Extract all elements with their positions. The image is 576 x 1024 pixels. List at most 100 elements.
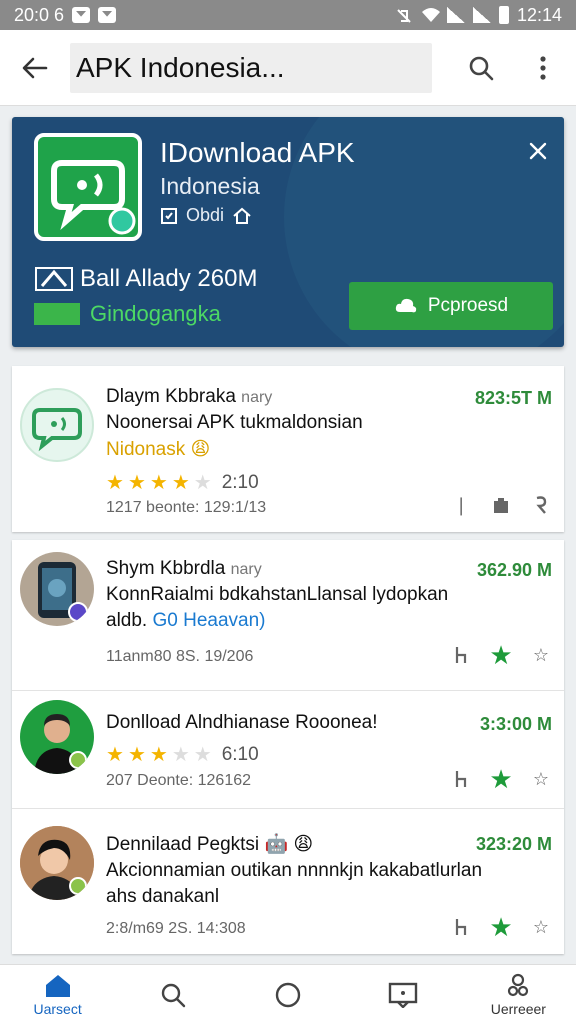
- search-icon: [161, 983, 185, 1007]
- share-button[interactable]: [490, 494, 512, 516]
- info-button[interactable]: [450, 916, 472, 938]
- row-title: Dlaym Kbbraka nary: [106, 386, 272, 408]
- row-description: Akcionnamian outikan nnnnkjn kakabatlurl…: [106, 860, 483, 881]
- list-item[interactable]: Shym Kbbrdla nary 362.90 M KonnRaialmi b…: [12, 540, 564, 690]
- row-description: Noonersai APK tukmaldonsian: [106, 412, 363, 433]
- row-description: KonnRaialmi bdkahstanLlansal lydopkan: [106, 584, 449, 605]
- row-date: 1217 beonte: 129:1/13: [106, 499, 267, 516]
- star-icon: ★: [127, 472, 146, 494]
- featured-title: IDownload APK: [160, 137, 355, 168]
- back-button[interactable]: [0, 30, 70, 106]
- row-title-suffix: nary: [241, 389, 273, 406]
- image-icon: [98, 7, 117, 23]
- rating-stars: ★ ★ ★ ★ ★ 6:10: [106, 742, 259, 767]
- person-avatar-icon: [20, 700, 94, 774]
- wifi-icon: [421, 7, 440, 23]
- featured-banner[interactable]: IDownload APK Indonesia Obdi Ball Allady…: [12, 117, 564, 347]
- rate-button[interactable]: ☆: [530, 916, 552, 938]
- more-options-button[interactable]: [512, 30, 574, 106]
- favorite-button[interactable]: ★: [489, 640, 512, 670]
- phone-app-icon: [20, 552, 94, 626]
- people-icon: [508, 973, 529, 996]
- star-empty-icon: ★: [193, 472, 212, 494]
- nav-home-label: Uarsect: [33, 1000, 82, 1017]
- rate-button[interactable]: ☆: [530, 768, 552, 790]
- bottom-navigation: Uarsect Uerreeer: [0, 964, 576, 1024]
- battery-icon: [498, 6, 509, 24]
- nav-messages[interactable]: [358, 965, 448, 1024]
- featured-meta-text: Obdi: [186, 205, 225, 225]
- status-time-right: 12:14: [516, 4, 562, 25]
- row-size: 362.90 M: [476, 560, 552, 580]
- status-time-left: 20:0 6: [14, 4, 65, 25]
- cloud-download-icon: [395, 298, 417, 313]
- search-input[interactable]: APK Indonesia...: [70, 42, 432, 93]
- star-empty-icon: ★: [171, 744, 190, 766]
- star-icon: ★: [127, 744, 146, 766]
- rating-value: 2:10: [221, 471, 259, 493]
- flag-button[interactable]: [530, 494, 552, 516]
- row-description-2-text: Nidonask: [106, 439, 186, 460]
- featured-action-label: Pcproesd: [427, 295, 509, 316]
- badge-icon: [161, 207, 177, 224]
- list-item[interactable]: Dennilaad Pegktsi 🤖 😩 323:20 M Akcionnam…: [12, 808, 564, 954]
- nav-profile[interactable]: Uerreeer: [473, 965, 563, 1024]
- row-size: 323:20 M: [475, 834, 552, 854]
- row-description-2-prefix: aldb.: [106, 610, 148, 631]
- mute-icon: [395, 7, 413, 23]
- featured-app-icon: [34, 133, 142, 241]
- row-actions: ★ ☆: [450, 640, 552, 670]
- face-emoji-icon: 😩: [293, 834, 314, 855]
- bookmark-icon: [455, 647, 467, 663]
- nav-home[interactable]: Uarsect: [13, 965, 103, 1024]
- featured-category: Gindogangka: [34, 301, 221, 327]
- search-input-value: APK Indonesia...: [76, 51, 285, 83]
- row-title: Donlload Alndhianase Rooonea!: [106, 712, 378, 733]
- message-icon: [388, 982, 418, 1008]
- mail-icon: [72, 7, 91, 23]
- app-list-card-2: Shym Kbbrdla nary 362.90 M KonnRaialmi b…: [12, 540, 564, 954]
- home-outline-icon: [233, 207, 251, 224]
- info-button[interactable]: [450, 644, 472, 666]
- featured-stat-text: Ball Allady 260M: [80, 265, 258, 292]
- signal-icon-2: [472, 7, 491, 23]
- row-description-2: ahs danakanl: [106, 886, 220, 907]
- more-vert-icon: [540, 55, 546, 80]
- featured-stat: Ball Allady 260M: [34, 265, 257, 293]
- featured-action-button[interactable]: Pcproesd: [349, 282, 553, 330]
- circle-icon: [275, 982, 301, 1007]
- list-item[interactable]: Dlaym Kbbraka nary 823:5T M Noonersai AP…: [12, 366, 564, 532]
- chat-app-icon: [20, 388, 94, 462]
- row-title-text: Dlaym Kbbraka: [106, 386, 236, 407]
- category-badge: [34, 303, 80, 325]
- bookmark-icon: [455, 771, 467, 787]
- search-button[interactable]: [450, 30, 512, 106]
- featured-category-text: Gindogangka: [90, 301, 221, 326]
- star-icon: ★: [106, 472, 124, 494]
- favorite-button[interactable]: ★: [489, 764, 512, 794]
- favorite-button[interactable]: ★: [489, 912, 512, 942]
- rate-button[interactable]: ☆: [530, 644, 552, 666]
- row-date: 2:8/m69 2S. 14:308: [106, 920, 246, 937]
- info-button[interactable]: ❘: [450, 494, 472, 516]
- close-button[interactable]: [526, 139, 550, 163]
- arrow-left-icon: [22, 57, 48, 78]
- person-avatar-icon: [20, 826, 94, 900]
- row-size: 3:3:00 M: [479, 714, 552, 734]
- nav-search[interactable]: [128, 965, 218, 1024]
- info-button[interactable]: [450, 768, 472, 790]
- flag-icon: [536, 496, 547, 514]
- list-item[interactable]: Donlload Alndhianase Rooonea! 3:3:00 M ★…: [12, 690, 564, 808]
- signal-icon: [446, 7, 465, 23]
- row-size: 823:5T M: [474, 388, 552, 408]
- row-description-2-text: G0 Heaavan): [152, 610, 266, 631]
- robot-emoji-icon: 🤖: [264, 834, 289, 855]
- bookmark-icon: [455, 919, 467, 935]
- star-icon: ★: [106, 744, 124, 766]
- emoji-icon: 😩: [190, 439, 211, 460]
- download-icon: [35, 267, 73, 291]
- row-actions: ❘: [450, 494, 552, 516]
- nav-circle[interactable]: [243, 965, 333, 1024]
- search-icon: [469, 56, 494, 80]
- row-description-2: Nidonask 😩: [106, 438, 210, 461]
